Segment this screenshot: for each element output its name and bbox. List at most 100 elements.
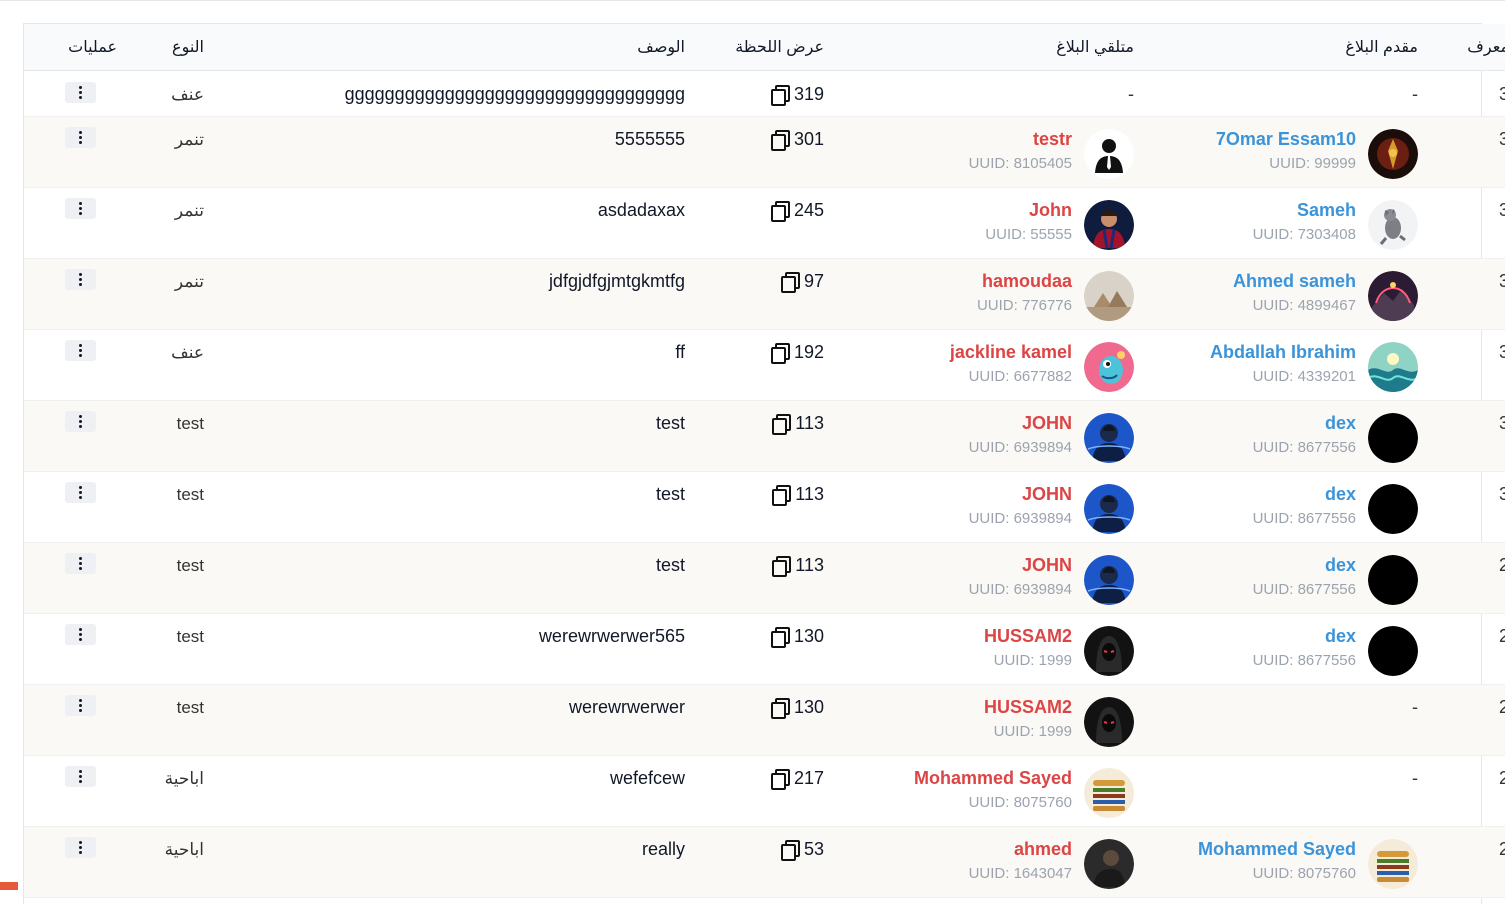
rep-name[interactable]: dex — [1325, 413, 1356, 433]
table-row: تنمر 5555555 301 testr UUID: 8105405 7Omar Es… — [24, 116, 1505, 187]
report-id: 30 — [1498, 483, 1505, 504]
copy-icon[interactable] — [772, 485, 792, 506]
row-actions-button[interactable] — [65, 481, 96, 503]
report-description: 5555555 — [614, 128, 685, 149]
snapshot-value: 130 — [793, 696, 824, 717]
recv-empty: - — [1128, 83, 1134, 104]
rep-user: Sameh UUID: 7303408 — [1154, 199, 1418, 250]
copy-icon[interactable] — [770, 130, 790, 151]
recv-name[interactable]: JOHN — [1022, 413, 1072, 433]
recv-uuid: UUID: 6939894 — [968, 509, 1072, 527]
recv-user: JOHN UUID: 6939894 — [844, 412, 1134, 463]
snapshot-value: 130 — [793, 625, 824, 646]
recv-name[interactable]: JOHN — [1022, 555, 1072, 575]
table-row: test test 113 JOHN UUID: 6939894 dex UUID: 867… — [24, 542, 1505, 613]
recv-uuid: UUID: 776776 — [976, 296, 1072, 314]
rep-name[interactable]: Sameh — [1297, 200, 1356, 220]
report-id: 25 — [1498, 767, 1505, 788]
recv-uuid: UUID: 1999 — [993, 722, 1072, 740]
rep-uuid: UUID: 8677556 — [1252, 651, 1356, 669]
row-actions-button[interactable] — [65, 694, 96, 716]
row-actions-button[interactable] — [65, 765, 96, 787]
copy-icon[interactable] — [770, 85, 790, 106]
copy-icon[interactable] — [772, 556, 792, 577]
recv-uuid: UUID: 6939894 — [968, 438, 1072, 456]
blue-portrait-avatar — [1084, 483, 1134, 534]
row-actions-button[interactable] — [65, 268, 96, 290]
table-row: test werewrwerwer565 130 HUSSAM2 UUID: 1999 d… — [24, 613, 1505, 684]
rep-name[interactable]: Mohammed Sayed — [1198, 839, 1356, 859]
table-row: اباحية really 53 ahmed UUID: 1643047 Mohammed… — [24, 826, 1505, 897]
football-player-avatar — [1084, 199, 1134, 250]
row-actions-button[interactable] — [65, 410, 96, 432]
row-actions-button[interactable] — [65, 197, 96, 219]
dark-portrait-avatar — [1084, 838, 1134, 889]
report-id: 35 — [1498, 128, 1505, 149]
report-type: test — [176, 555, 204, 575]
report-id: 24 — [1498, 838, 1505, 859]
rep-uuid: UUID: 7303408 — [1252, 225, 1356, 243]
pyramids-avatar — [1084, 270, 1134, 321]
black-avatar — [1368, 483, 1418, 534]
hooded-figure-avatar — [1084, 625, 1134, 676]
rep-name[interactable]: Ahmed sameh — [1233, 271, 1356, 291]
report-id: 31 — [1498, 412, 1505, 433]
report-id: 34 — [1498, 199, 1505, 220]
rep-name[interactable]: Abdallah Ibrahim — [1210, 342, 1356, 362]
rep-uuid: UUID: 99999 — [1269, 154, 1356, 172]
rep-user: Mohammed Sayed UUID: 8075760 — [1154, 838, 1418, 889]
snapshot-value: 301 — [793, 128, 824, 149]
recv-name[interactable]: ahmed — [1014, 839, 1072, 859]
copy-icon[interactable] — [770, 698, 790, 719]
copy-icon[interactable] — [770, 201, 790, 222]
header-receiver: متلقي البلاغ — [1056, 38, 1134, 56]
table-row: عنف gggggggggggggggggggggggggggggggggg 319… — [24, 70, 1505, 116]
recv-name[interactable]: testr — [1033, 129, 1072, 149]
reports-table: عمليات النوع الوصف عرض اللحظة متلقي البل… — [24, 24, 1505, 898]
row-actions-button[interactable] — [65, 126, 96, 148]
recv-name[interactable]: jackline kamel — [950, 342, 1072, 362]
ocean-avatar — [1368, 341, 1418, 392]
report-id: 33 — [1498, 270, 1505, 291]
recv-name[interactable]: John — [1029, 200, 1072, 220]
black-avatar — [1368, 412, 1418, 463]
rep-empty: - — [1412, 767, 1418, 788]
row-actions-button[interactable] — [65, 339, 96, 361]
row-actions-button[interactable] — [65, 552, 96, 574]
report-description: werewrwerwer565 — [538, 625, 685, 646]
recv-name[interactable]: Mohammed Sayed — [914, 768, 1072, 788]
report-type: عنف — [171, 84, 204, 104]
recv-uuid: UUID: 8105405 — [968, 154, 1072, 172]
report-type: تنمر — [174, 200, 204, 220]
copy-icon[interactable] — [780, 272, 800, 293]
recv-name[interactable]: HUSSAM2 — [984, 697, 1072, 717]
report-description: test — [655, 554, 685, 575]
table-row: عنف ff 192 jackline kamel UUID: 6677882 Abdal… — [24, 329, 1505, 400]
rep-user: 7Omar Essam10 UUID: 99999 — [1154, 128, 1418, 179]
rep-name[interactable]: dex — [1325, 626, 1356, 646]
copy-icon[interactable] — [770, 343, 790, 364]
recv-name[interactable]: hamoudaa — [982, 271, 1072, 291]
report-type: تنمر — [174, 271, 204, 291]
rep-user: dex UUID: 8677556 — [1154, 412, 1418, 463]
recv-user: JOHN UUID: 6939894 — [844, 554, 1134, 605]
table-header-row: عمليات النوع الوصف عرض اللحظة متلقي البل… — [24, 24, 1505, 70]
table-row: اباحية wefefcew 217 Mohammed Sayed UUID: 807… — [24, 755, 1505, 826]
recv-name[interactable]: JOHN — [1022, 484, 1072, 504]
copy-icon[interactable] — [770, 627, 790, 648]
table-row: test test 113 JOHN UUID: 6939894 dex UUID: 867… — [24, 400, 1505, 471]
recv-name[interactable]: HUSSAM2 — [984, 626, 1072, 646]
table-row: test werewrwerwer 130 HUSSAM2 UUID: 1999 - 27 — [24, 684, 1505, 755]
row-actions-button[interactable] — [65, 623, 96, 645]
rep-name[interactable]: dex — [1325, 555, 1356, 575]
row-actions-button[interactable] — [65, 81, 96, 103]
report-type: اباحية — [164, 839, 204, 859]
copy-icon[interactable] — [772, 414, 792, 435]
copy-icon[interactable] — [780, 840, 800, 861]
row-actions-button[interactable] — [65, 836, 96, 858]
rep-user: dex UUID: 8677556 — [1154, 554, 1418, 605]
rep-name[interactable]: 7Omar Essam10 — [1216, 129, 1356, 149]
recv-user: John UUID: 55555 — [844, 199, 1134, 250]
copy-icon[interactable] — [770, 769, 790, 790]
rep-name[interactable]: dex — [1325, 484, 1356, 504]
